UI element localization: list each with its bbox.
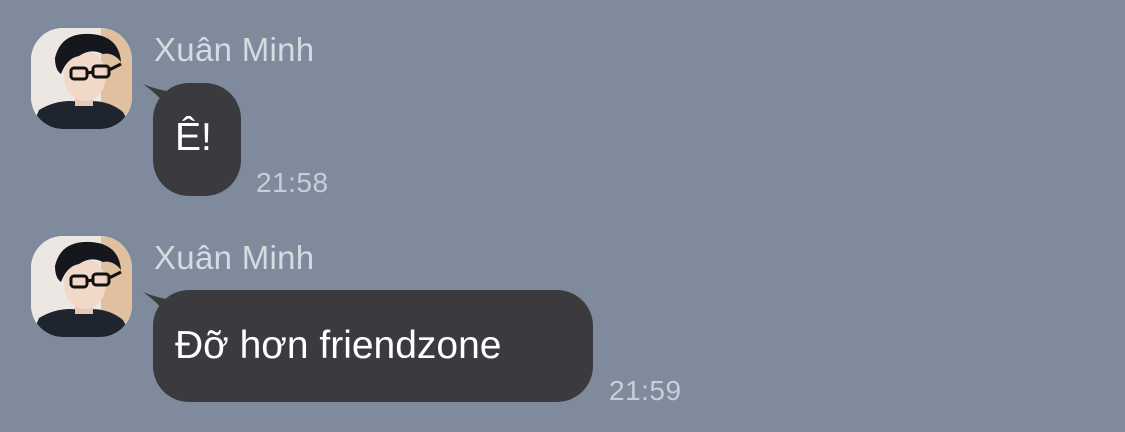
profile-photo-icon bbox=[31, 236, 132, 337]
message-text: Ê! bbox=[175, 116, 212, 159]
sender-avatar[interactable] bbox=[31, 236, 132, 337]
chat-thread: Xuân Minh Ê! 21:58 Xuân Minh Đỡ hơn frie… bbox=[0, 0, 1125, 432]
message-timestamp: 21:58 bbox=[256, 167, 329, 198]
sender-avatar[interactable] bbox=[31, 28, 132, 129]
message-bubble[interactable]: Đỡ hơn friendzone bbox=[153, 290, 593, 402]
message-group: Xuân Minh Đỡ hơn friendzone 21:59 bbox=[0, 236, 1125, 416]
message-text: Đỡ hơn friendzone bbox=[175, 324, 502, 367]
profile-photo-icon bbox=[31, 28, 132, 129]
message-group: Xuân Minh Ê! 21:58 bbox=[0, 28, 1125, 198]
message-timestamp: 21:59 bbox=[609, 375, 682, 406]
sender-name: Xuân Minh bbox=[154, 239, 315, 276]
message-bubble[interactable]: Ê! bbox=[153, 83, 241, 196]
sender-name: Xuân Minh bbox=[154, 31, 315, 68]
